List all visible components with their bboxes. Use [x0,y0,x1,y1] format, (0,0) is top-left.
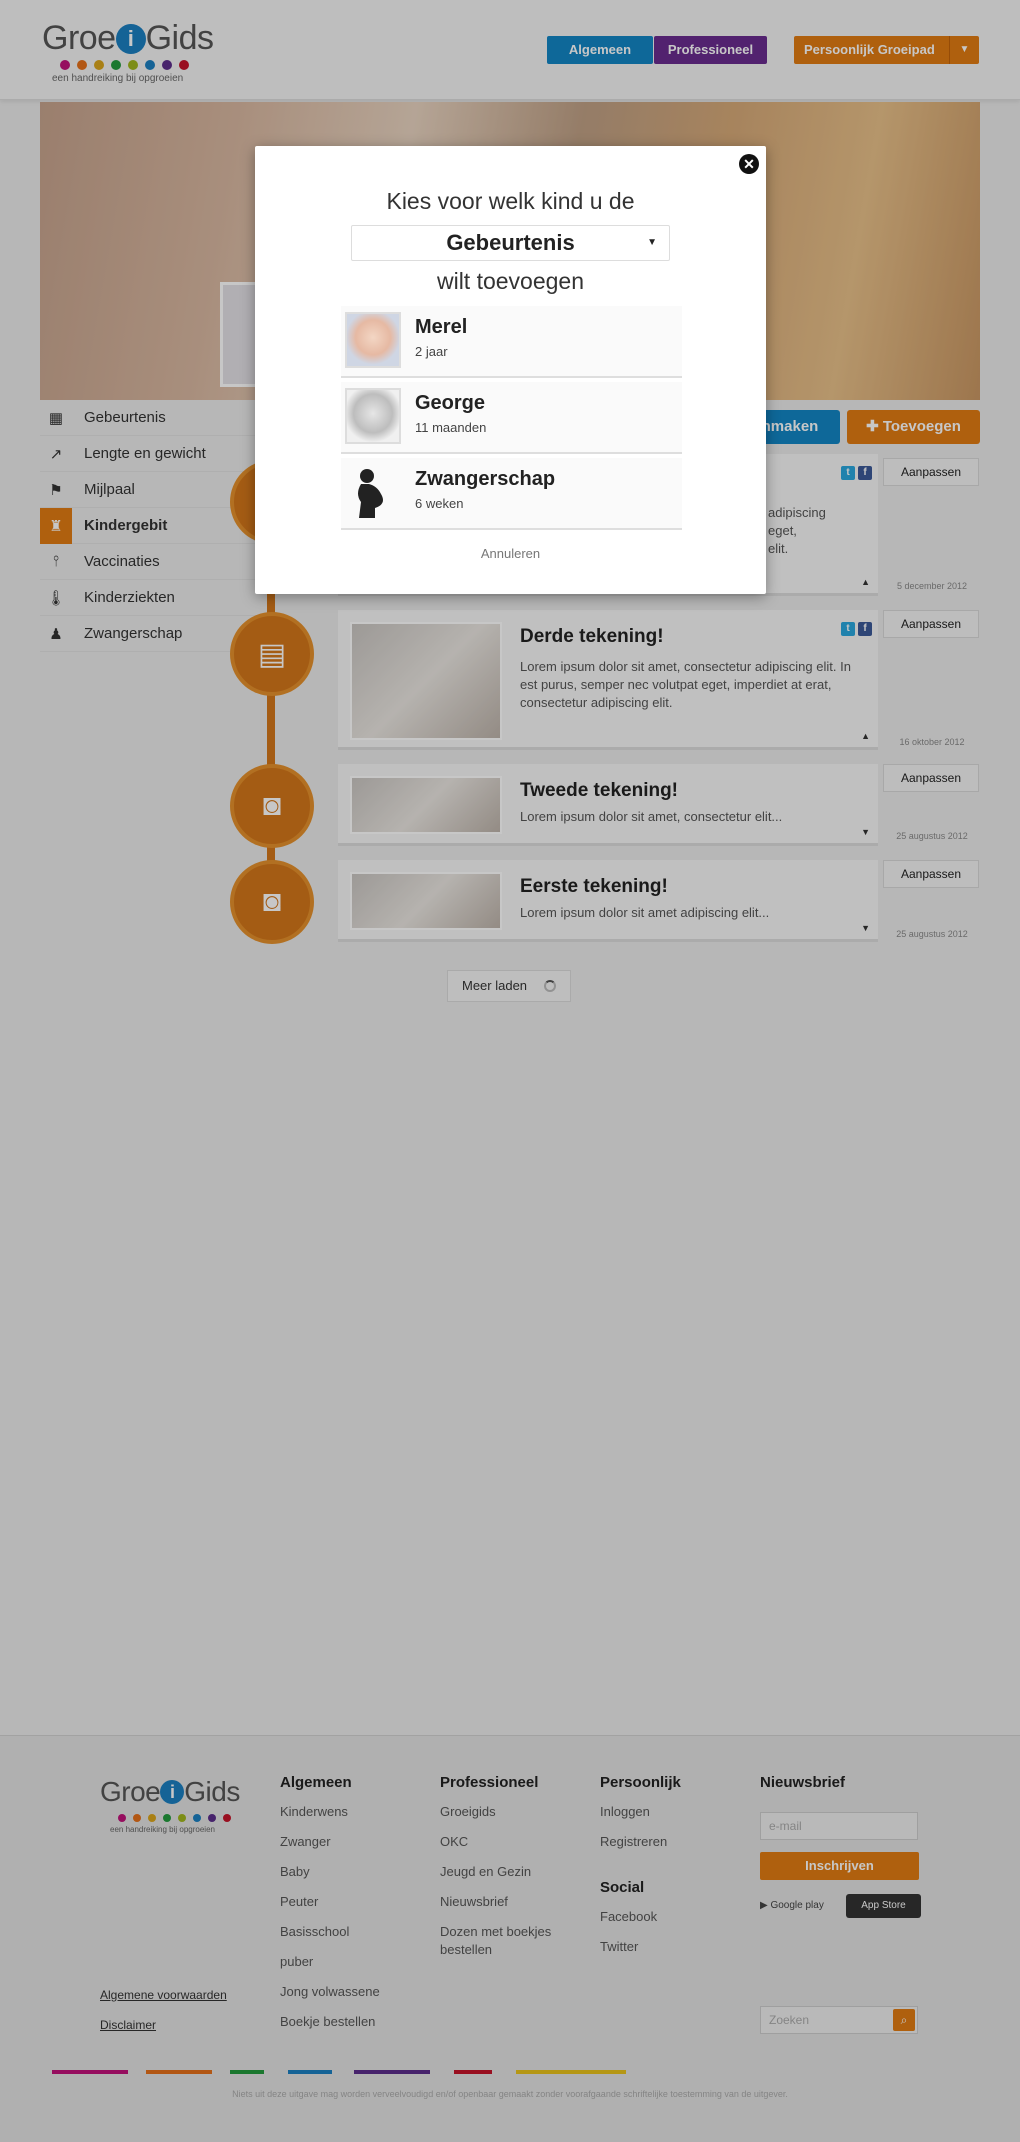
chevron-down-icon: ▼ [647,237,657,248]
child-item-george[interactable]: George 11 maanden [341,382,682,454]
child-age: 6 weken [415,496,464,511]
pregnant-icon [345,464,401,520]
modal-heading: Kies voor welk kind u de [386,188,635,214]
select-child-modal: ✕ Kies voor welk kind u de Gebeurtenis ▼… [255,146,766,594]
child-item-merel[interactable]: Merel 2 jaar [341,306,682,378]
modal-subheading: wilt toevoegen [436,268,585,294]
event-type-select[interactable]: Gebeurtenis ▼ [351,225,670,261]
child-name: Zwangerschap [415,468,556,490]
cancel-link[interactable]: Annuleren [255,546,766,561]
child-name: George [415,392,486,414]
child-avatar [345,312,401,368]
event-type-value: Gebeurtenis [446,230,575,255]
child-age: 2 jaar [415,344,448,359]
child-age: 11 maanden [415,420,487,435]
child-list: Merel 2 jaar George 11 maanden Zwangersc… [341,306,682,534]
child-item-zwangerschap[interactable]: Zwangerschap 6 weken [341,458,682,530]
close-icon[interactable]: ✕ [739,154,759,174]
child-name: Merel [415,316,468,338]
child-avatar [345,388,401,444]
